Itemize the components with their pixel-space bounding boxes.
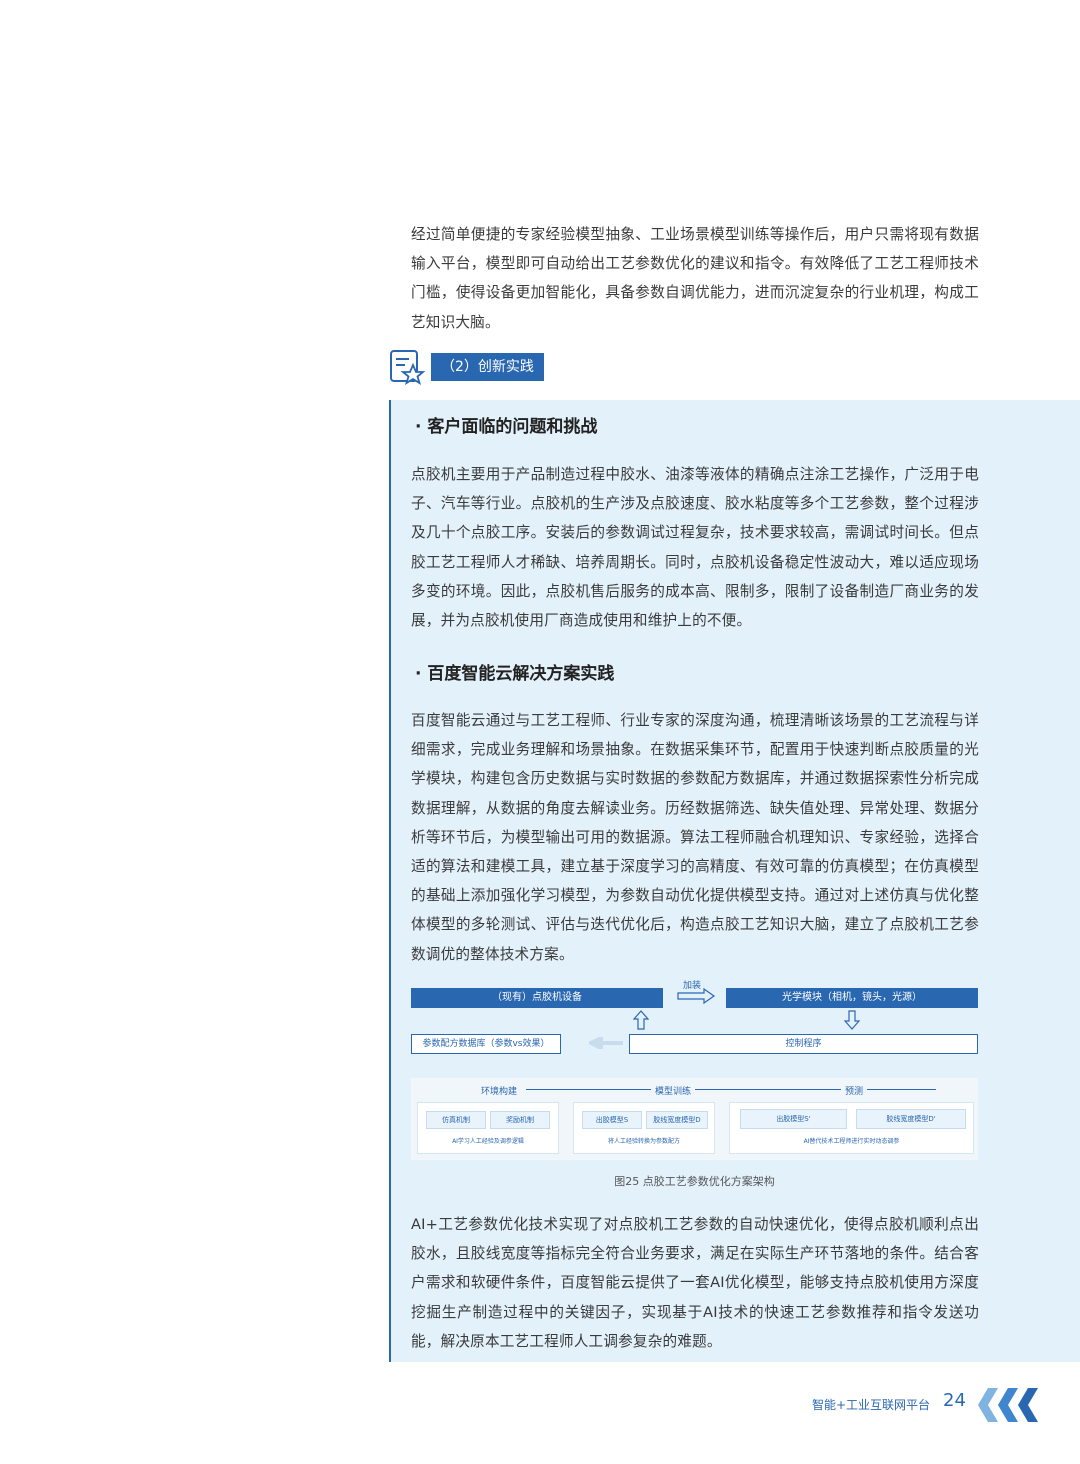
existing-device-box: （现有）点胶机设备 — [411, 988, 663, 1008]
intro-paragraph: 经过简单便捷的专家经验模型抽象、工业场景模型训练等操作后，用户只需将现有数据输入… — [411, 226, 979, 331]
glue-model-s-prime-box: 出胶模型S' — [740, 1109, 847, 1129]
predict-group: 出胶模型S' 胶线宽度模型D' AI替代技术工程师进行实时动态调参 — [729, 1102, 974, 1154]
closing-paragraph: AI+工艺参数优化技术实现了对点胶机工艺参数的自动快速优化，使得点胶机顺利点出胶… — [411, 1216, 979, 1350]
param-db-box: 参数配方数据库（参数vs效果） — [411, 1034, 561, 1054]
challenges-paragraph: 点胶机主要用于产品制造过程中胶水、油漆等液体的精确点注涂工艺操作，广泛用于电子、… — [411, 466, 979, 630]
right-arrow-icon — [677, 988, 716, 1004]
page-number: 24 — [943, 1390, 966, 1411]
note-ai-learn: AI学习人工经验及调参逻辑 — [452, 1138, 524, 1145]
line-width-model-d-box: 胶线宽度模型D — [646, 1111, 708, 1129]
sim-mech-box: 仿真机制 — [426, 1111, 486, 1129]
reward-mech-box: 奖励机制 — [490, 1111, 550, 1129]
note-convert: 将人工经验转换为参数配方 — [607, 1138, 680, 1145]
figure-caption: 图25 点胶工艺参数优化方案架构 — [614, 1175, 775, 1188]
glue-model-s-box: 出胶模型S — [582, 1111, 642, 1129]
env-group: 仿真机制 奖励机制 AI学习人工经验及调参逻辑 — [417, 1102, 559, 1154]
subsection-title-challenges: · 客户面临的问题和挑战 — [415, 417, 598, 437]
train-group: 出胶模型S 胶线宽度模型D 将人工经验转换为参数配方 — [573, 1102, 715, 1154]
subsection-title-solution: · 百度智能云解决方案实践 — [415, 664, 615, 684]
stage-env: 环境构建 — [477, 1084, 522, 1097]
solution-paragraph: 百度智能云通过与工艺工程师、行业专家的深度沟通，梳理清晰该场景的工艺流程与详细需… — [411, 712, 979, 963]
star-document-icon — [390, 350, 425, 385]
optical-module-box: 光学模块（相机，镜头，光源） — [726, 988, 978, 1008]
left-arrow-icon — [589, 1037, 623, 1049]
section-header: （2）创新实践 — [389, 349, 544, 385]
control-program-box: 控制程序 — [629, 1034, 978, 1054]
stage-predict: 预测 — [841, 1084, 868, 1097]
stage-line — [526, 1089, 936, 1090]
note-replace: AI替代技术工程师进行实时动态调参 — [803, 1138, 900, 1145]
architecture-diagram: （现有）点胶机设备 加装 光学模块（相机，镜头，光源） 参数配方数据库（参数vs… — [411, 978, 978, 1160]
section-label: （2）创新实践 — [431, 353, 544, 381]
down-arrow-icon — [844, 1010, 860, 1030]
footer-title: 智能+工业互联网平台 — [811, 1398, 930, 1412]
up-arrow-icon — [633, 1010, 649, 1030]
stage-train: 模型训练 — [651, 1084, 696, 1097]
line-width-model-d-prime-box: 胶线宽度模型D' — [856, 1109, 966, 1129]
chevrons-left-icon — [978, 1388, 1056, 1422]
